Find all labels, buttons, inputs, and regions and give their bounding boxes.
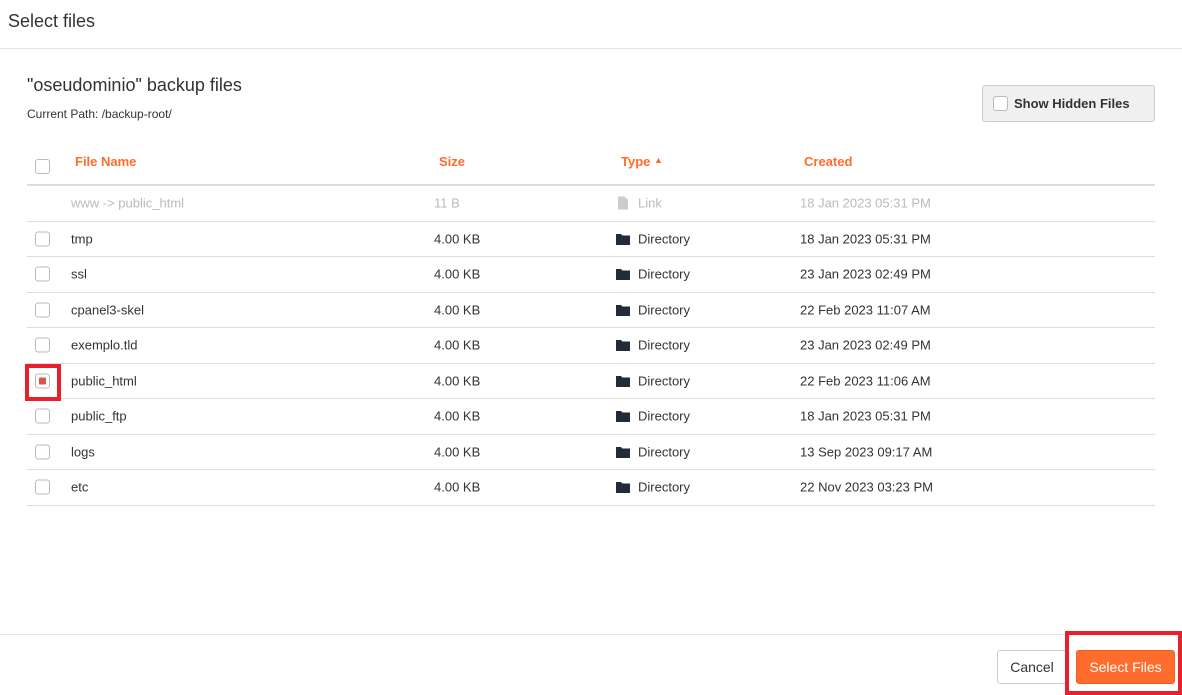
file-name[interactable]: tmp xyxy=(71,231,93,246)
table-row[interactable]: etc 4.00 KB Directory 22 Nov 2023 03:23 PM xyxy=(27,470,1155,506)
show-hidden-checkbox[interactable] xyxy=(993,96,1008,111)
row-checkbox[interactable] xyxy=(35,337,50,353)
current-path: Current Path: /backup-root/ xyxy=(27,107,172,121)
file-created: 22 Nov 2023 03:23 PM xyxy=(800,479,933,495)
file-name[interactable]: cpanel3-skel xyxy=(71,302,144,317)
folder-icon xyxy=(616,481,630,494)
file-type: Directory xyxy=(638,479,691,495)
table-row[interactable]: tmp 4.00 KB Directory 18 Jan 2023 05:31 PM xyxy=(27,222,1155,257)
page-title: "oseudominio" backup files xyxy=(27,75,242,95)
folder-icon xyxy=(616,375,630,387)
highlight-select-button xyxy=(1065,631,1182,695)
file-created: 13 Sep 2023 09:17 AM xyxy=(800,444,933,460)
file-type: Directory xyxy=(638,444,691,460)
file-size: 4.00 KB xyxy=(434,373,481,389)
file-type: Directory xyxy=(638,373,691,389)
row-checkbox[interactable] xyxy=(35,266,50,282)
file-created: 23 Jan 2023 02:49 PM xyxy=(800,266,931,282)
table-row[interactable]: logs 4.00 KB Directory 13 Sep 2023 09:17 AM xyxy=(27,435,1155,470)
row-checkbox[interactable] xyxy=(35,231,50,247)
file-type: Directory xyxy=(638,408,691,424)
file-created: 22 Feb 2023 11:07 AM xyxy=(800,302,931,318)
file-name[interactable]: public_ftp xyxy=(71,409,127,424)
highlight-checkbox xyxy=(25,364,61,401)
show-hidden-files-button[interactable]: Show Hidden Files xyxy=(982,85,1155,122)
file-name[interactable]: logs xyxy=(71,444,95,459)
row-checkbox[interactable] xyxy=(35,302,50,318)
file-table: File Name Size Type ▲ Created www -> pub… xyxy=(27,140,1155,506)
row-checkbox[interactable] xyxy=(35,408,50,424)
file-size: 4.00 KB xyxy=(434,444,481,460)
column-file-name[interactable]: File Name xyxy=(75,154,136,169)
file-type: Directory xyxy=(638,337,691,353)
file-created: 18 Jan 2023 05:31 PM xyxy=(800,195,931,211)
dialog-title: Select files xyxy=(8,11,96,31)
file-size: 4.00 KB xyxy=(434,302,481,318)
file-name[interactable]: www -> public_html xyxy=(71,196,184,211)
show-hidden-label: Show Hidden Files xyxy=(1014,96,1130,111)
file-created: 18 Jan 2023 05:31 PM xyxy=(800,231,931,247)
file-name[interactable]: etc xyxy=(71,480,88,495)
folder-icon xyxy=(616,268,630,281)
sort-asc-icon: ▲ xyxy=(654,155,663,165)
select-all-checkbox[interactable] xyxy=(35,159,50,174)
file-size: 4.00 KB xyxy=(434,231,481,247)
file-size: 4.00 KB xyxy=(434,479,481,495)
file-created: 22 Feb 2023 11:06 AM xyxy=(800,373,931,389)
column-created[interactable]: Created xyxy=(804,154,852,169)
folder-icon xyxy=(616,446,630,458)
row-checkbox[interactable] xyxy=(35,479,50,495)
dialog-header: Select files xyxy=(0,0,1182,49)
row-checkbox[interactable] xyxy=(35,444,50,460)
folder-icon xyxy=(616,304,630,316)
file-type: Directory xyxy=(638,266,691,282)
file-type: Directory xyxy=(638,302,691,318)
table-row[interactable]: public_ftp 4.00 KB Directory 18 Jan 2023 05… xyxy=(27,399,1155,435)
folder-icon xyxy=(616,339,630,352)
table-row[interactable]: exemplo.tld 4.00 KB Directory 23 Jan 2023 0… xyxy=(27,328,1155,364)
file-type: Link xyxy=(638,195,662,211)
table-row[interactable]: ssl 4.00 KB Directory 23 Jan 2023 02:49 PM xyxy=(27,257,1155,293)
table-row[interactable]: cpanel3-skel 4.00 KB Directory 22 Feb 2023 … xyxy=(27,293,1155,328)
table-header: File Name Size Type ▲ Created xyxy=(27,140,1155,186)
column-type[interactable]: Type ▲ xyxy=(621,154,663,169)
cancel-button[interactable]: Cancel xyxy=(997,650,1067,684)
file-name[interactable]: public_html xyxy=(71,373,137,388)
table-row: www -> public_html 11 B Link 18 Jan 2023 05… xyxy=(27,186,1155,222)
file-icon xyxy=(618,196,628,210)
file-created: 23 Jan 2023 02:49 PM xyxy=(800,337,931,353)
table-row[interactable]: public_html 4.00 KB Directory 22 Feb 2023 1… xyxy=(27,364,1155,399)
file-name[interactable]: exemplo.tld xyxy=(71,338,137,353)
file-size: 11 B xyxy=(434,195,460,211)
column-size[interactable]: Size xyxy=(439,154,465,169)
file-name[interactable]: ssl xyxy=(71,267,87,282)
file-type: Directory xyxy=(638,231,691,247)
file-size: 4.00 KB xyxy=(434,266,481,282)
file-size: 4.00 KB xyxy=(434,408,481,424)
file-created: 18 Jan 2023 05:31 PM xyxy=(800,408,931,424)
file-size: 4.00 KB xyxy=(434,337,481,353)
folder-icon xyxy=(616,410,630,423)
folder-icon xyxy=(616,233,630,245)
